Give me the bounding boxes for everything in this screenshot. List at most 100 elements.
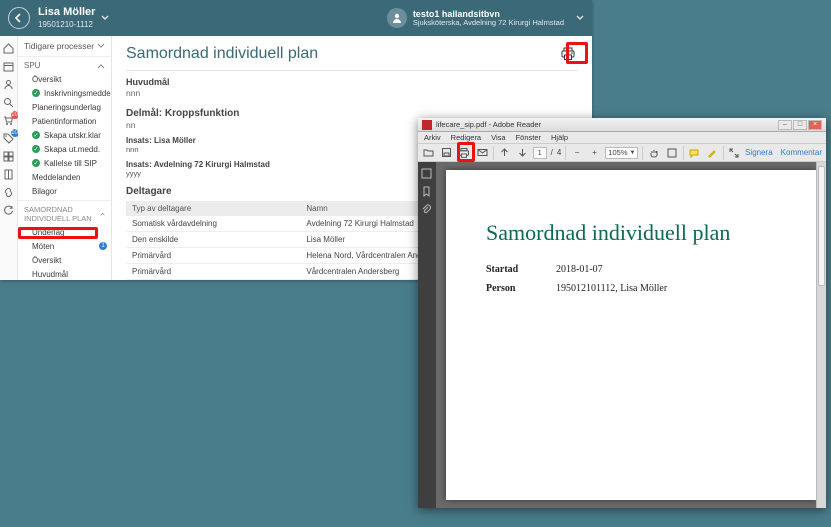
mail-button[interactable] <box>475 146 489 160</box>
icon-rail: 10 10 <box>0 36 18 280</box>
arrow-down-icon <box>518 148 527 157</box>
calendar-icon[interactable] <box>3 60 15 72</box>
back-button[interactable] <box>8 7 30 29</box>
sidebar-label: SPU <box>24 61 40 70</box>
huvudmal-label: Huvudmål <box>126 77 578 87</box>
cart-icon[interactable]: 10 <box>3 114 15 126</box>
page-down-button[interactable] <box>515 146 529 160</box>
sidebar-sip-header[interactable]: SAMORDNAD INDIVIDUELL PLAN <box>18 200 111 225</box>
sidebar-item-meddelanden[interactable]: Meddelanden <box>18 170 111 184</box>
sidebar-item-utmedd[interactable]: ✓Skapa ut.medd. <box>18 142 111 156</box>
maximize-button[interactable]: □ <box>793 120 807 130</box>
print-button[interactable] <box>558 44 578 64</box>
arrow-up-icon <box>500 148 509 157</box>
comment-tool[interactable] <box>687 146 701 160</box>
menu-redigera[interactable]: Redigera <box>451 133 481 142</box>
adobe-icon <box>422 120 432 130</box>
print-button-pdf[interactable] <box>457 146 471 160</box>
sidebar-item-oversikt[interactable]: Översikt <box>18 72 111 86</box>
chevron-up-icon <box>100 210 105 218</box>
sidebar-item-kallelse[interactable]: ✓Kallelse till SIP <box>18 156 111 170</box>
pdf-reader-window: lifecare_sip.pdf - Adobe Reader – □ × Ar… <box>418 118 826 508</box>
page-title: Samordnad individuell plan <box>126 45 318 63</box>
comment-link[interactable]: Kommentar <box>781 148 822 157</box>
read-mode-button[interactable] <box>727 146 741 160</box>
sign-link[interactable]: Signera <box>745 148 773 157</box>
sidebar-item-inskrivning[interactable]: ✓Inskrivningsmeddelanden <box>18 86 111 100</box>
sidebar-item-bilagor[interactable]: Bilagor <box>18 184 111 198</box>
divider <box>126 70 578 71</box>
page-total: 4 <box>557 148 561 157</box>
fit-button[interactable] <box>665 146 679 160</box>
moten-badge: 1 <box>99 242 107 250</box>
search-icon[interactable] <box>3 96 15 108</box>
minimize-button[interactable]: – <box>778 120 792 130</box>
book-icon[interactable] <box>3 168 15 180</box>
chevron-down-icon <box>576 14 584 22</box>
sidebar-sip-underlag[interactable]: Underlag <box>18 225 111 239</box>
expand-icon <box>729 148 739 158</box>
grid-icon[interactable] <box>3 150 15 162</box>
save-button[interactable] <box>440 146 454 160</box>
thumbnails-icon[interactable] <box>421 168 433 180</box>
zoom-select[interactable]: 105%▼ <box>605 147 638 159</box>
menu-hjalp[interactable]: Hjälp <box>551 133 568 142</box>
huvudmal-value: nnn <box>126 88 578 98</box>
highlight-tool[interactable] <box>705 146 719 160</box>
pdf-page-1: Samordnad individuell plan Startad 2018-… <box>446 170 816 500</box>
hand-tool-button[interactable] <box>647 146 661 160</box>
scrollbar-thumb[interactable] <box>818 166 825 286</box>
folder-icon <box>423 147 434 158</box>
check-icon: ✓ <box>32 145 40 153</box>
refresh-icon[interactable] <box>3 204 15 216</box>
pdf-menubar: Arkiv Redigera Visa Fönster Hjälp <box>418 132 826 144</box>
speech-icon <box>689 148 699 158</box>
marker-icon <box>707 148 717 158</box>
chevron-down-icon <box>101 14 109 22</box>
user-avatar-icon <box>387 8 407 28</box>
link-icon[interactable] <box>3 186 15 198</box>
menu-fonster[interactable]: Fönster <box>516 133 541 142</box>
chevron-down-icon <box>97 42 105 50</box>
current-user[interactable]: testo1 hallandsitbvn Sjuksköterska, Avde… <box>387 8 584 28</box>
pdf-titlebar[interactable]: lifecare_sip.pdf - Adobe Reader – □ × <box>418 118 826 132</box>
close-button[interactable]: × <box>808 120 822 130</box>
separator <box>723 146 724 160</box>
sidebar-item-patientinfo[interactable]: Patientinformation <box>18 114 111 128</box>
attachment-icon[interactable] <box>421 204 433 216</box>
zoom-in-button[interactable]: + <box>588 146 602 160</box>
pdf-scrollbar[interactable] <box>816 162 826 508</box>
sidebar-spu-group[interactable]: SPU <box>18 57 111 72</box>
zoom-out-button[interactable]: − <box>570 146 584 160</box>
tag-icon[interactable]: 10 <box>3 132 15 144</box>
page-input[interactable]: 1 <box>533 147 547 159</box>
sidebar-item-utskrklar[interactable]: ✓Skapa utskr.klar <box>18 128 111 142</box>
sidebar-sip-huvudmal[interactable]: Huvudmål <box>18 267 111 280</box>
page-up-button[interactable] <box>498 146 512 160</box>
page-sep: / <box>551 148 553 157</box>
pdf-side-rail <box>418 162 436 508</box>
person-icon[interactable] <box>3 78 15 90</box>
bookmark-icon[interactable] <box>421 186 433 198</box>
printer-icon <box>458 147 470 159</box>
home-icon[interactable] <box>3 42 15 54</box>
patient-block[interactable]: Lisa Möller 19501210-1112 <box>38 6 95 30</box>
menu-arkiv[interactable]: Arkiv <box>424 133 441 142</box>
col-type: Typ av deltagare <box>126 201 300 216</box>
pdf-stage: Samordnad individuell plan Startad 2018-… <box>418 162 826 508</box>
chevron-left-icon <box>14 13 24 23</box>
user-role: Sjuksköterska, Avdelning 72 Kirurgi Halm… <box>413 19 564 28</box>
pdf-toolbar: 1 / 4 − + 105%▼ Signera Kommentar <box>418 144 826 162</box>
sidebar-sip-oversikt[interactable]: Översikt <box>18 253 111 267</box>
row1-val: 2018-01-07 <box>556 264 603 275</box>
sidebar-sip-moten[interactable]: Möten1 <box>18 239 111 253</box>
separator <box>493 146 494 160</box>
open-button[interactable] <box>422 146 436 160</box>
menu-visa[interactable]: Visa <box>491 133 505 142</box>
fit-icon <box>667 148 677 158</box>
sidebar-item-planering[interactable]: Planeringsunderlag <box>18 100 111 114</box>
sidebar-prev-processes[interactable]: Tidigare processer <box>18 36 111 57</box>
sidebar-label: SAMORDNAD INDIVIDUELL PLAN <box>24 205 100 223</box>
pdf-viewport[interactable]: Samordnad individuell plan Startad 2018-… <box>436 162 826 508</box>
separator <box>683 146 684 160</box>
